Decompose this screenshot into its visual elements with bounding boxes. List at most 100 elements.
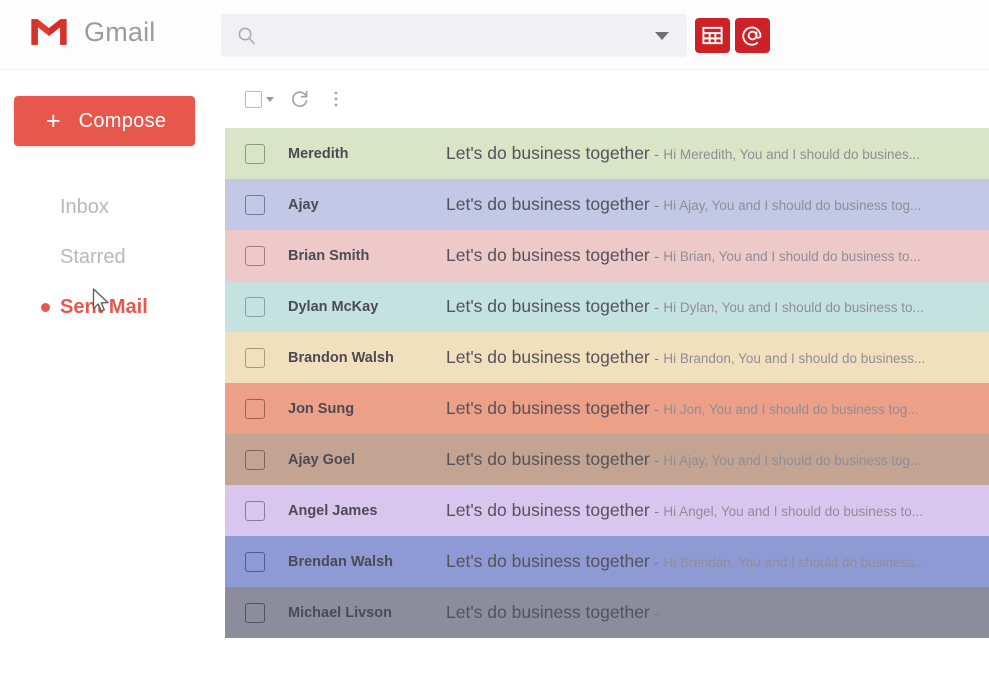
table-row[interactable]: Brian Smith Let's do business together - … [225,230,989,281]
row-checkbox[interactable] [245,500,265,521]
message-preview: Let's do business together - Hi Ajay, Yo… [446,449,989,470]
sender-name: Jon Sung [288,400,355,417]
message-preview: Let's do business together - Hi Ajay, Yo… [446,194,989,215]
sidebar-nav: Inbox Starred Sent Mail [0,182,225,332]
message-snippet: Hi Michael, You and I should do business… [663,606,925,621]
chevron-down-icon[interactable] [266,96,274,102]
at-sign-icon [742,26,762,46]
message-subject: Let's do business together [446,449,650,469]
row-checkbox[interactable] [245,449,265,470]
message-subject: Let's do business together [446,398,650,418]
sender-name: Meredith [288,145,349,162]
message-snippet: Hi Brandon, You and I should do business… [663,351,926,366]
table-row[interactable]: Brandon Walsh Let's do business together … [225,332,989,383]
mail-list-panel: Meredith Let's do business together - Hi … [225,70,989,679]
message-snippet: Hi Meredith, You and I should do busines… [663,147,921,162]
message-subject: Let's do business together [446,296,650,316]
subject-snippet-separator: - [654,503,659,519]
message-snippet: Hi Ajay, You and I should do business to… [663,453,922,468]
search-icon [238,27,255,45]
row-checkbox[interactable] [245,347,265,368]
row-checkbox[interactable] [245,296,265,317]
sender-name: Angel James [288,502,378,519]
sender-name: Brendan Walsh [288,553,394,570]
plus-icon: + [46,106,61,135]
sender-name: Brian Smith [288,247,370,264]
message-snippet: Hi Jon, You and I should do business tog… [663,402,919,417]
message-snippet: Hi Brendan, You and I should do business… [663,555,926,570]
grid-view-button[interactable] [695,18,730,53]
message-subject: Let's do business together [446,143,650,163]
message-preview: Let's do business together - Hi Meredith… [446,143,989,164]
subject-snippet-separator: - [654,401,659,417]
subject-snippet-separator: - [654,197,659,213]
sidebar-item-sent-mail[interactable]: Sent Mail [0,282,225,332]
brand: Gmail [28,16,156,48]
message-snippet: Hi Ajay, You and I should do business to… [663,198,922,213]
message-preview: Let's do business together - Hi Brendan,… [446,551,989,572]
sidebar-item-label: Starred [60,245,126,268]
sender-name: Ajay [288,196,319,213]
table-row[interactable]: Dylan McKay Let's do business together - … [225,281,989,332]
compose-label: Compose [78,109,167,132]
table-row[interactable]: Ajay Let's do business together - Hi Ajay… [225,179,989,230]
message-preview: Let's do business together - Hi Michael,… [446,602,989,623]
message-preview: Let's do business together - Hi Brandon,… [446,347,989,368]
message-preview: Let's do business together - Hi Brian, Y… [446,245,989,266]
message-subject: Let's do business together [446,602,650,622]
brand-name: Gmail [84,16,156,47]
row-checkbox[interactable] [245,551,265,572]
message-subject: Let's do business together [446,551,650,571]
subject-snippet-separator: - [654,299,659,315]
table-grid-icon [702,26,723,45]
table-row[interactable]: Jon Sung Let's do business together - Hi … [225,383,989,434]
subject-snippet-separator: - [654,452,659,468]
table-row[interactable]: Brendan Walsh Let's do business together … [225,536,989,587]
select-all-checkbox[interactable] [245,90,274,108]
search-bar[interactable] [221,14,687,57]
row-checkbox[interactable] [245,194,265,215]
message-preview: Let's do business together - Hi Angel, Y… [446,500,989,521]
more-vertical-icon[interactable] [326,89,346,109]
app-header: Gmail [0,0,989,70]
row-checkbox[interactable] [245,602,265,623]
message-subject: Let's do business together [446,347,650,367]
sender-name: Ajay Goel [288,451,355,468]
table-row[interactable]: Ajay Goel Let's do business together - Hi… [225,434,989,485]
refresh-icon[interactable] [290,89,310,109]
message-subject: Let's do business together [446,245,650,265]
table-row[interactable]: Angel James Let's do business together - … [225,485,989,536]
subject-snippet-separator: - [654,554,659,570]
search-input[interactable] [268,27,655,44]
subject-snippet-separator: - [654,605,659,621]
subject-snippet-separator: - [654,350,659,366]
mail-list: Meredith Let's do business together - Hi … [225,128,989,638]
gmail-m-envelope-icon [31,19,67,45]
compose-button[interactable]: + Compose [14,96,195,146]
message-subject: Let's do business together [446,194,650,214]
sidebar-item-starred[interactable]: Starred [0,232,225,282]
subject-snippet-separator: - [654,146,659,162]
active-dot-icon [41,302,50,312]
row-checkbox[interactable] [245,398,265,419]
mail-merge-button[interactable] [735,18,770,53]
sender-name: Dylan McKay [288,298,379,315]
subject-snippet-separator: - [654,248,659,264]
row-checkbox[interactable] [245,143,265,164]
list-toolbar [225,70,346,128]
sidebar-item-label: Sent Mail [60,295,148,318]
sidebar-item-label: Inbox [60,195,109,218]
table-row[interactable]: Michael Livson Let's do business together… [225,587,989,638]
message-snippet: Hi Brian, You and I should do business t… [663,249,921,264]
table-row[interactable]: Meredith Let's do business together - Hi … [225,128,989,179]
message-snippet: Hi Angel, You and I should do business t… [663,504,924,519]
select-all-box-icon [245,90,262,108]
message-snippet: Hi Dylan, You and I should do business t… [663,300,924,315]
search-options-chevron-down-icon[interactable] [655,31,669,40]
sidebar: + Compose Inbox Starred Sent Mail [0,70,225,679]
row-checkbox[interactable] [245,245,265,266]
gmail-app-window: Gmail + Compose Inbox Starred Sent Mail … [0,0,989,679]
sidebar-item-inbox[interactable]: Inbox [0,182,225,232]
message-preview: Let's do business together - Hi Jon, You… [446,398,989,419]
message-subject: Let's do business together [446,500,650,520]
